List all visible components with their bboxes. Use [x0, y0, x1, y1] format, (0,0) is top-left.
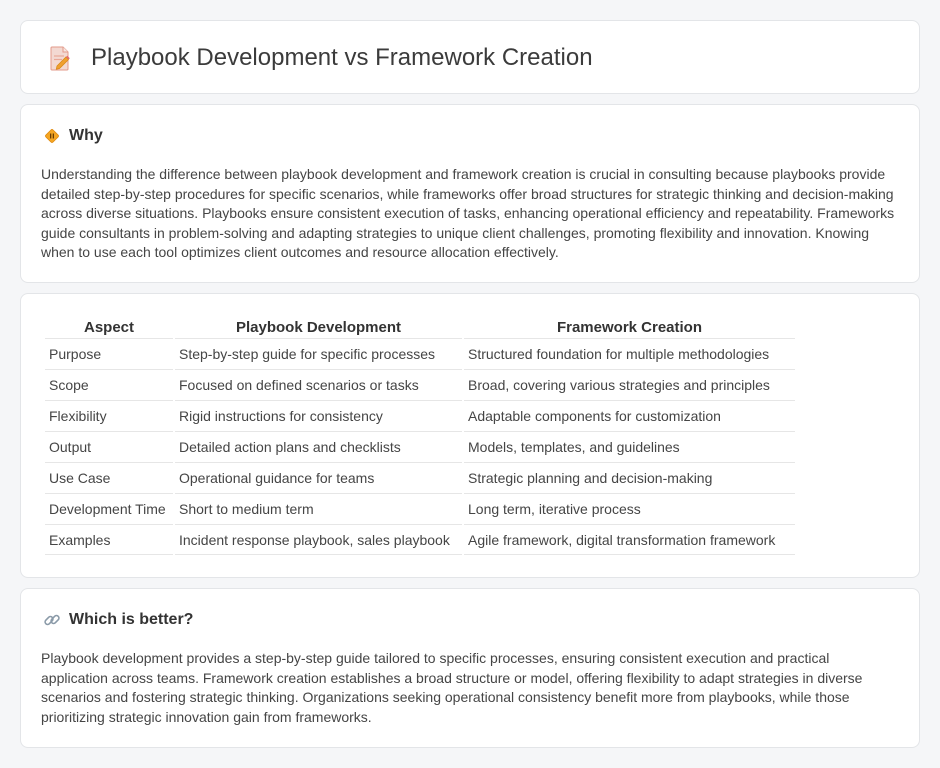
which-is-better-section: Which is better? Playbook development pr… — [20, 588, 920, 748]
table-cell: Scope — [45, 369, 173, 400]
table-cell: Development Time — [45, 493, 173, 524]
title-card: Playbook Development vs Framework Creati… — [20, 20, 920, 94]
table-cell: Short to medium term — [175, 493, 462, 524]
diamond-warning-icon — [43, 127, 61, 145]
which-is-better-text: Playbook development provides a step-by-… — [41, 650, 863, 725]
table-cell: Output — [45, 431, 173, 462]
table-cell: Long term, iterative process — [464, 493, 795, 524]
table-cell: Operational guidance for teams — [175, 462, 462, 493]
column-header-aspect: Aspect — [83, 319, 135, 336]
table-cell: Use Case — [45, 462, 173, 493]
link-icon — [43, 611, 61, 629]
table-cell: Strategic planning and decision-making — [464, 462, 795, 493]
table-row: Development Time Short to medium term Lo… — [45, 493, 795, 524]
table-cell: Models, templates, and guidelines — [464, 431, 795, 462]
table-row: Scope Focused on defined scenarios or ta… — [45, 369, 795, 400]
table-cell: Incident response playbook, sales playbo… — [175, 524, 462, 555]
comparison-table-card: Aspect Playbook Development Framework Cr… — [20, 293, 920, 578]
table-cell: Broad, covering various strategies and p… — [464, 369, 795, 400]
table-cell: Structured foundation for multiple metho… — [464, 338, 795, 369]
table-row: Flexibility Rigid instructions for consi… — [45, 400, 795, 431]
why-section: Why Understanding the difference between… — [20, 104, 920, 283]
which-is-better-heading: Which is better? — [69, 611, 194, 628]
why-heading: Why — [69, 127, 103, 144]
table-cell: Focused on defined scenarios or tasks — [175, 369, 462, 400]
table-row: Purpose Step-by-step guide for specific … — [45, 338, 795, 369]
edit-document-icon — [47, 44, 73, 72]
table-cell: Agile framework, digital transformation … — [464, 524, 795, 555]
table-cell: Detailed action plans and checklists — [175, 431, 462, 462]
page-title: Playbook Development vs Framework Creati… — [91, 44, 593, 71]
table-cell: Step-by-step guide for specific processe… — [175, 338, 462, 369]
table-cell: Examples — [45, 524, 173, 555]
table-cell: Purpose — [45, 338, 173, 369]
comparison-table: Aspect Playbook Development Framework Cr… — [43, 316, 797, 555]
table-row: Output Detailed action plans and checkli… — [45, 431, 795, 462]
why-text: Understanding the difference between pla… — [41, 166, 895, 261]
table-header-row: Aspect Playbook Development Framework Cr… — [45, 316, 795, 338]
table-cell: Flexibility — [45, 400, 173, 431]
table-row: Examples Incident response playbook, sal… — [45, 524, 795, 555]
column-header-framework: Framework Creation — [556, 319, 703, 336]
table-cell: Rigid instructions for consistency — [175, 400, 462, 431]
table-row: Use Case Operational guidance for teams … — [45, 462, 795, 493]
column-header-playbook: Playbook Development — [235, 319, 402, 336]
table-cell: Adaptable components for customization — [464, 400, 795, 431]
